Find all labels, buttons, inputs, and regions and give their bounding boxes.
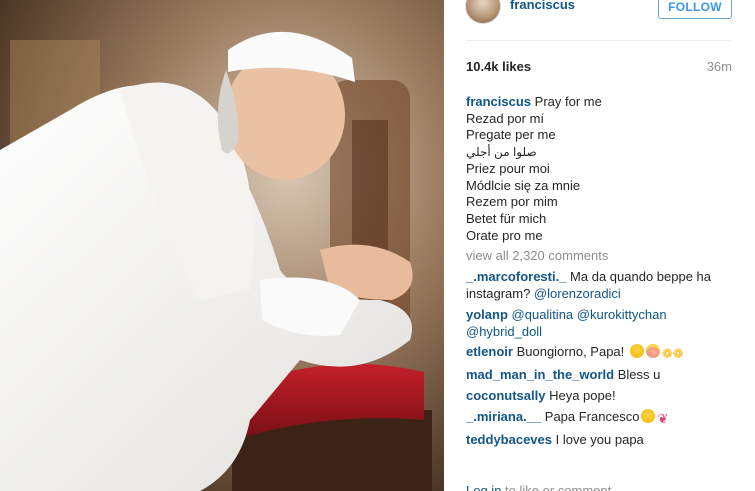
caption-line: Priez pour moi [466, 160, 550, 176]
comment-text: Heya pope! [545, 388, 616, 404]
caption-line: Rezem por mim [466, 194, 558, 210]
caption-text: Pray for me [534, 94, 602, 109]
comment-item: coconutsally Heya pope! [466, 388, 732, 405]
open-hands-icon: ❁❁ [661, 346, 684, 362]
login-prompt: Log in to like or comment. [466, 483, 615, 491]
comment-mention[interactable]: @hybrid_doll [466, 324, 542, 339]
angel-face-icon [645, 344, 660, 359]
caption-line: Rezad por mí [466, 110, 545, 126]
comment-mention[interactable]: @kurokittychan [577, 307, 667, 322]
comment-username[interactable]: teddybaceves [466, 432, 552, 447]
caption-line: Betet für mich [466, 210, 547, 226]
post-header: franciscus FOLLOW [444, 0, 755, 40]
post-sidebar: franciscus FOLLOW 10.4k likes 36m franci… [444, 0, 755, 491]
caption-line-arabic: صلوا من أجلي [466, 145, 537, 160]
relieved-face-icon [641, 409, 656, 424]
comment-text: Buongiorno, Papa! [512, 344, 628, 360]
comment-mention[interactable]: @lorenzoradici [534, 286, 621, 301]
comment-username[interactable]: mad_man_in_the_world [466, 367, 614, 382]
follow-button[interactable]: FOLLOW [658, 0, 732, 19]
comment-item: _.marcoforesti._ Ma da quando beppe ha i… [466, 269, 732, 302]
header-divider [466, 40, 732, 41]
comments-section: franciscus Pray for me Rezad por mí Preg… [466, 94, 732, 449]
comment-username[interactable]: coconutsally [466, 388, 545, 403]
comment-mention[interactable]: @qualitina [512, 307, 574, 322]
post-photo[interactable] [0, 0, 444, 491]
comment-item: etlenoir Buongiorno, Papa! ❁❁ [466, 344, 732, 363]
post-timestamp: 36m [706, 59, 732, 74]
comment-item: yolanp @qualitina @kurokittychan @hybrid… [466, 307, 732, 340]
login-link[interactable]: Log in [466, 483, 501, 491]
comment-item: teddybaceves I love you papa [466, 432, 732, 449]
comment-username[interactable]: _.miriana.__ [466, 409, 541, 424]
post-photo-image [0, 0, 444, 491]
comment-text: Ma da quando beppe ha [566, 269, 712, 285]
smiling-face-icon [629, 344, 644, 359]
login-text: to like or comment. [501, 483, 615, 491]
view-all-comments-link[interactable]: view all 2,320 comments [466, 248, 732, 265]
avatar[interactable] [465, 0, 501, 24]
comment-item: mad_man_in_the_world Bless u [466, 367, 732, 384]
caption-line: Pregate per me [466, 127, 556, 143]
caption-line: Módlcie się za mnie [466, 177, 581, 193]
comment-text: I love you papa [552, 431, 644, 447]
likes-row: 10.4k likes 36m [466, 59, 732, 77]
likes-count[interactable]: 10.4k likes [466, 59, 531, 74]
comment-item: _.miriana.__ Papa Francesco ❦ [466, 409, 732, 428]
comment-text: Bless u [614, 367, 661, 383]
caption-username[interactable]: franciscus [466, 94, 531, 109]
comment-username[interactable]: etlenoir [466, 344, 513, 359]
comment-text: instagram? [466, 285, 534, 301]
comment-text: Papa Francesco [541, 409, 640, 425]
post-username[interactable]: franciscus [510, 0, 575, 12]
caption-line: Orate pro me [466, 227, 543, 243]
caption-line: franciscus Pray for me [466, 94, 732, 111]
comment-username[interactable]: yolanp [466, 307, 508, 322]
comment-username[interactable]: _.marcoforesti._ [466, 269, 566, 284]
ribbon-icon: ❦ [657, 411, 669, 427]
